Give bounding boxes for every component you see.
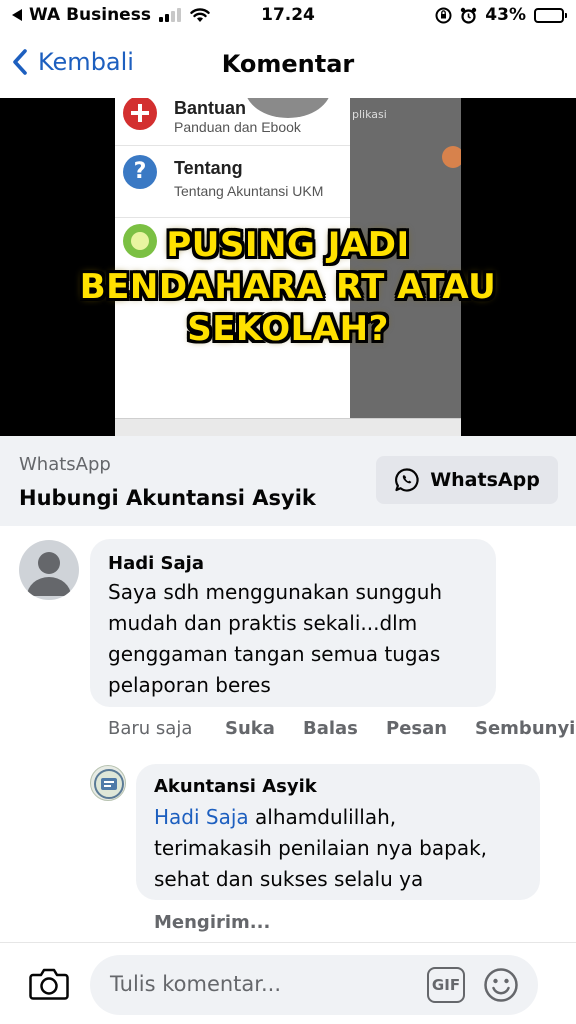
page-avatar[interactable] [90,765,126,801]
menu-row-tentang: ? Tentang Tentang Akuntansi UKM [115,146,350,218]
headline-line: SEKOLAH? [187,309,389,349]
reply-bubble[interactable]: Akuntansi Asyik Hadi Saja alhamdulillah,… [136,764,540,900]
menu-row-bantuan: Bantuan Panduan dan Ebook [115,98,350,146]
page-title: Komentar [221,50,355,78]
ad-call-to-action-bar[interactable]: WhatsApp Hubungi Akuntansi Asyik WhatsAp… [0,436,576,526]
reply-text: Hadi Saja alhamdulillah, terimakasih pen… [154,802,487,895]
whatsapp-button-label: WhatsApp [430,469,540,491]
battery-icon [534,7,567,23]
ad-video[interactable]: Bantuan Panduan dan Ebook ? Tentang Tent… [0,98,576,436]
app-bottom-bar [115,418,461,436]
badge-icon [442,146,461,168]
whatsapp-button[interactable]: WhatsApp [376,456,558,504]
status-bar: WA Business 17.24 43% [0,0,576,34]
headline-line: BENDAHARA RT ATAU [79,267,497,307]
side-text: plikasi [352,108,387,121]
message-button[interactable]: Pesan [386,718,447,739]
ad-headline: PUSING JADI BENDAHARA RT ATAU SEKOLAH? [0,224,576,350]
comment-input[interactable]: Tulis komentar... GIF [90,955,538,1015]
hide-button[interactable]: Sembunyi [475,718,575,739]
mention-link[interactable]: Hadi Saja [154,805,249,829]
reply-first-line: Hadi Saja alhamdulillah, [154,802,487,833]
page-logo-icon [94,769,124,799]
menu-title: Bantuan [174,98,246,118]
headline-line: PUSING JADI [166,225,410,265]
comment-time: Baru saja [108,718,193,739]
alarm-icon [461,7,477,24]
camera-icon[interactable] [28,965,70,1003]
question-icon: ? [123,155,157,189]
reply-line: alhamdulillah, [248,805,397,829]
ad-source: WhatsApp [19,454,111,475]
like-button[interactable]: Suka [225,718,275,739]
reply-line: terimakasih penilaian nya bapak, [154,836,488,860]
comment-line: genggaman tangan semua tugas [108,642,441,666]
ad-business-name: Hubungi Akuntansi Asyik [19,486,316,510]
comment-composer: Tulis komentar... GIF [0,942,576,1024]
menu-subtitle: Panduan dan Ebook [174,119,301,135]
plus-icon [123,98,157,130]
status-right: 43% [435,5,567,25]
menu-subtitle: Tentang Akuntansi UKM [174,183,324,199]
comment-placeholder: Tulis komentar... [110,972,282,996]
sending-status: Mengirim... [154,912,271,933]
comment-line: mudah dan praktis sekali...dlm [108,611,418,635]
avatar[interactable] [19,540,79,600]
menu-title: Tentang [174,158,243,178]
comment-line: Saya sdh menggunakan sungguh [108,580,443,604]
emoji-icon[interactable] [483,967,519,1003]
comment-line: pelaporan beres [108,673,271,697]
orientation-lock-icon [435,7,452,23]
comment-author[interactable]: Hadi Saja [108,553,204,574]
reply-line: sehat dan sukses selalu ya [154,867,424,891]
navigation-bar: Kembali Komentar [0,34,576,98]
reply-button[interactable]: Balas [303,718,358,739]
reply-author[interactable]: Akuntansi Asyik [154,776,317,797]
whatsapp-icon [395,468,419,492]
battery-percent: 43% [485,5,526,25]
comment-text: Saya sdh menggunakan sungguh mudah dan p… [108,577,442,701]
default-avatar-icon [27,552,71,596]
gif-button[interactable]: GIF [427,967,465,1003]
comment-bubble[interactable]: Hadi Saja Saya sdh menggunakan sungguh m… [90,539,496,707]
